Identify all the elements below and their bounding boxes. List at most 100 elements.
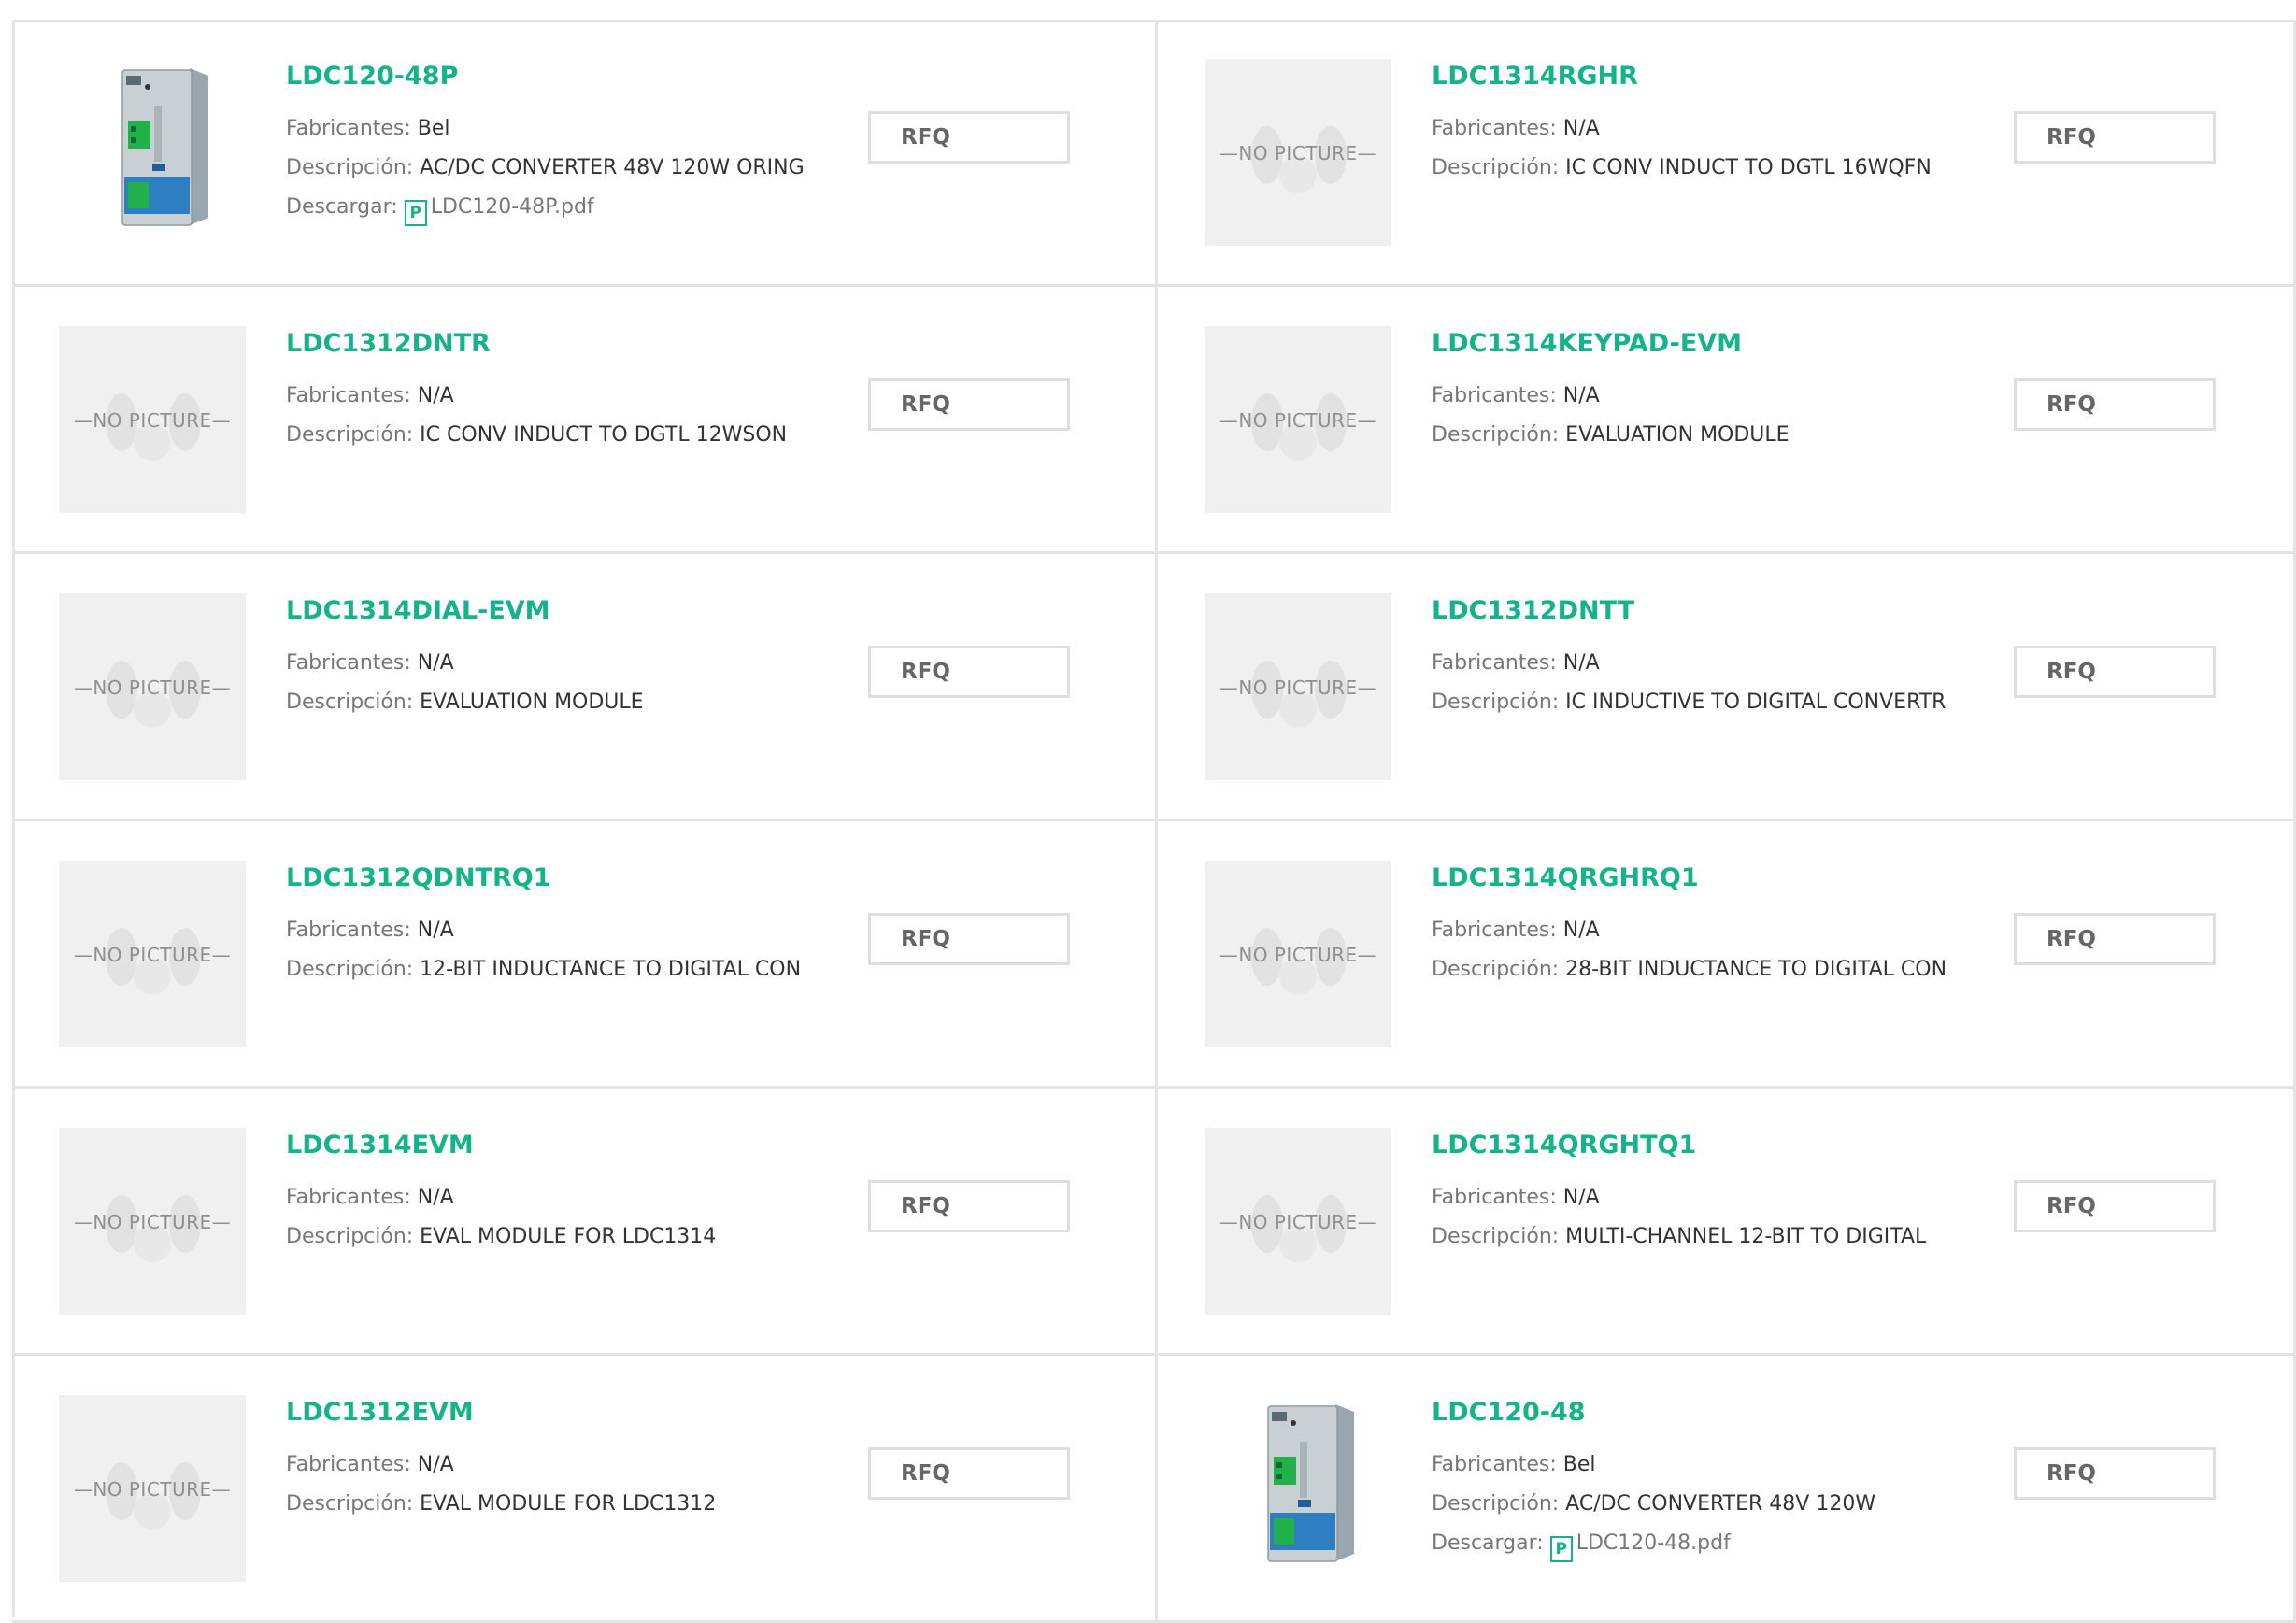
description-row: Descripción: IC INDUCTIVE TO DIGITAL CON… xyxy=(1432,683,1992,722)
rfq-button[interactable]: RFQ xyxy=(868,913,1070,965)
no-picture-placeholder[interactable]: —NO PICTURE— xyxy=(59,593,246,780)
description-row-label: Descripción: xyxy=(286,1491,421,1516)
manufacturer-row-value: N/A xyxy=(1562,918,1600,942)
manufacturer-row-label: Fabricantes: xyxy=(286,1185,418,1209)
product-info: LDC1314QRGHTQ1 Fabricantes: N/A Descripció… xyxy=(1432,1132,1992,1257)
product-title-link[interactable]: LDC1314EVM xyxy=(286,1132,847,1160)
manufacturer-row: Fabricantes: N/A xyxy=(1432,644,1992,683)
no-picture-placeholder[interactable]: —NO PICTURE— xyxy=(59,1128,246,1315)
manufacturer-row: Fabricantes: N/A xyxy=(1432,377,1992,416)
no-picture-label: —NO PICTURE— xyxy=(1219,676,1377,699)
rfq-button[interactable]: RFQ xyxy=(2014,378,2216,431)
product-info: LDC120-48 Fabricantes: Bel Descripción: AC… xyxy=(1432,1399,1992,1563)
datasheet-link[interactable]: P LDC120-48.pdf xyxy=(1549,1530,1731,1562)
download-row: Descargar: P LDC120-48P.pdf xyxy=(286,188,847,227)
description-row: Descripción: 12-BIT INDUCTANCE TO DIGITA… xyxy=(286,950,847,989)
no-picture-placeholder[interactable]: —NO PICTURE— xyxy=(1205,1128,1391,1315)
product-title-link[interactable]: LDC1314QRGHRQ1 xyxy=(1432,864,1992,892)
manufacturer-row-value: N/A xyxy=(417,650,454,675)
product-title-link[interactable]: LDC1312DNTR xyxy=(286,330,847,358)
manufacturer-row-value: N/A xyxy=(417,1185,454,1209)
rfq-button[interactable]: RFQ xyxy=(2014,1180,2216,1232)
no-picture-label: —NO PICTURE— xyxy=(73,409,232,432)
product-info: LDC1314RGHR Fabricantes: N/A Descripción: … xyxy=(1432,63,1992,188)
rfq-button[interactable]: RFQ xyxy=(868,1180,1070,1232)
description-row: Descripción: AC/DC CONVERTER 48V 120W OR… xyxy=(286,149,847,188)
manufacturer-row-value: N/A xyxy=(417,918,454,942)
description-row-value: MULTI-CHANNEL 12-BIT TO DIGITAL xyxy=(1565,1224,1927,1248)
description-row-label: Descripción: xyxy=(1432,155,1566,179)
rfq-button[interactable]: RFQ xyxy=(868,378,1070,431)
manufacturer-row: Fabricantes: N/A xyxy=(1432,109,1992,149)
description-row: Descripción: EVALUATION MODULE xyxy=(1432,416,1992,455)
manufacturer-row-value: N/A xyxy=(417,383,454,407)
no-picture-placeholder[interactable]: —NO PICTURE— xyxy=(59,1395,246,1582)
datasheet-filename: LDC120-48.pdf xyxy=(1576,1530,1731,1555)
manufacturer-row-value: N/A xyxy=(1562,383,1600,407)
description-row-label: Descripción: xyxy=(286,1224,421,1248)
no-picture-label: —NO PICTURE— xyxy=(73,676,232,699)
no-picture-placeholder[interactable]: —NO PICTURE— xyxy=(1205,59,1391,246)
description-row-value: AC/DC CONVERTER 48V 120W ORING xyxy=(420,155,805,179)
description-row-label: Descripción: xyxy=(1432,1491,1566,1516)
product-title-link[interactable]: LDC120-48P xyxy=(286,63,847,91)
no-picture-placeholder[interactable]: —NO PICTURE— xyxy=(59,861,246,1047)
rfq-button[interactable]: RFQ xyxy=(2014,913,2216,965)
product-info: LDC1314QRGHRQ1 Fabricantes: N/A Descripció… xyxy=(1432,864,1992,989)
rfq-button[interactable]: RFQ xyxy=(2014,646,2216,698)
description-row: Descripción: EVAL MODULE FOR LDC1314 xyxy=(286,1217,847,1257)
rfq-button[interactable]: RFQ xyxy=(868,646,1070,698)
description-row-value: IC CONV INDUCT TO DGTL 12WSON xyxy=(420,422,788,447)
pdf-icon: P xyxy=(1549,1535,1573,1562)
manufacturer-row: Fabricantes: N/A xyxy=(286,1178,847,1217)
product-image[interactable] xyxy=(59,59,246,246)
description-row-value: EVALUATION MODULE xyxy=(1565,422,1790,447)
product-title-link[interactable]: LDC1312QDNTRQ1 xyxy=(286,864,847,892)
manufacturer-row-label: Fabricantes: xyxy=(286,918,418,942)
description-row-value: 12-BIT INDUCTANCE TO DIGITAL CON xyxy=(420,957,802,981)
product-info: LDC1314KEYPAD-EVM Fabricantes: N/A Descrip… xyxy=(1432,330,1992,455)
manufacturer-row-value: N/A xyxy=(1562,1185,1600,1209)
no-picture-placeholder[interactable]: —NO PICTURE— xyxy=(1205,593,1391,780)
product-title-link[interactable]: LDC120-48 xyxy=(1432,1399,1992,1427)
manufacturer-row: Fabricantes: N/A xyxy=(286,911,847,950)
manufacturer-row-label: Fabricantes: xyxy=(1432,1185,1563,1209)
manufacturer-row: Fabricantes: Bel xyxy=(1432,1445,1992,1485)
product-title-link[interactable]: LDC1312DNTT xyxy=(1432,597,1992,625)
manufacturer-row-label: Fabricantes: xyxy=(1432,918,1563,942)
description-row-label: Descripción: xyxy=(1432,1224,1566,1248)
product-photo xyxy=(1267,1404,1354,1562)
product-card: —NO PICTURE— LDC1314DIAL-EVM Fabricantes: … xyxy=(12,554,1158,821)
product-card: LDC120-48 Fabricantes: Bel Descripción: AC… xyxy=(1158,1356,2296,1623)
product-card: —NO PICTURE— LDC1314EVM Fabricantes: N/A De… xyxy=(12,1089,1158,1356)
manufacturer-row-value: N/A xyxy=(1562,650,1600,675)
product-title-link[interactable]: LDC1314QRGHTQ1 xyxy=(1432,1132,1992,1160)
description-row: Descripción: MULTI-CHANNEL 12-BIT TO DIG… xyxy=(1432,1217,1992,1257)
manufacturer-row-value: Bel xyxy=(417,116,450,140)
no-picture-placeholder[interactable]: —NO PICTURE— xyxy=(1205,326,1391,513)
no-picture-placeholder[interactable]: —NO PICTURE— xyxy=(59,326,246,513)
product-title-link[interactable]: LDC1314RGHR xyxy=(1432,63,1992,91)
rfq-button[interactable]: RFQ xyxy=(2014,111,2216,164)
description-row: Descripción: EVALUATION MODULE xyxy=(286,683,847,722)
product-image[interactable] xyxy=(1205,1395,1391,1582)
product-title-link[interactable]: LDC1312EVM xyxy=(286,1399,847,1427)
description-row-value: IC CONV INDUCT TO DGTL 16WQFN xyxy=(1565,155,1932,179)
product-title-link[interactable]: LDC1314DIAL-EVM xyxy=(286,597,847,625)
manufacturer-row-value: N/A xyxy=(417,1452,454,1476)
manufacturer-row: Fabricantes: N/A xyxy=(286,644,847,683)
manufacturer-row-label: Fabricantes: xyxy=(286,650,418,675)
rfq-button[interactable]: RFQ xyxy=(868,111,1070,164)
rfq-button[interactable]: RFQ xyxy=(868,1447,1070,1500)
datasheet-link[interactable]: P LDC120-48P.pdf xyxy=(404,195,594,226)
description-row-value: EVAL MODULE FOR LDC1312 xyxy=(420,1491,717,1516)
download-label: Descargar: xyxy=(286,194,405,219)
manufacturer-row-value: N/A xyxy=(1562,116,1600,140)
no-picture-placeholder[interactable]: —NO PICTURE— xyxy=(1205,861,1391,1047)
manufacturer-row: Fabricantes: N/A xyxy=(286,1445,847,1485)
description-row-label: Descripción: xyxy=(1432,957,1566,981)
rfq-button[interactable]: RFQ xyxy=(2014,1447,2216,1500)
description-row-value: EVAL MODULE FOR LDC1314 xyxy=(420,1224,717,1248)
no-picture-label: —NO PICTURE— xyxy=(73,944,232,966)
product-title-link[interactable]: LDC1314KEYPAD-EVM xyxy=(1432,330,1992,358)
